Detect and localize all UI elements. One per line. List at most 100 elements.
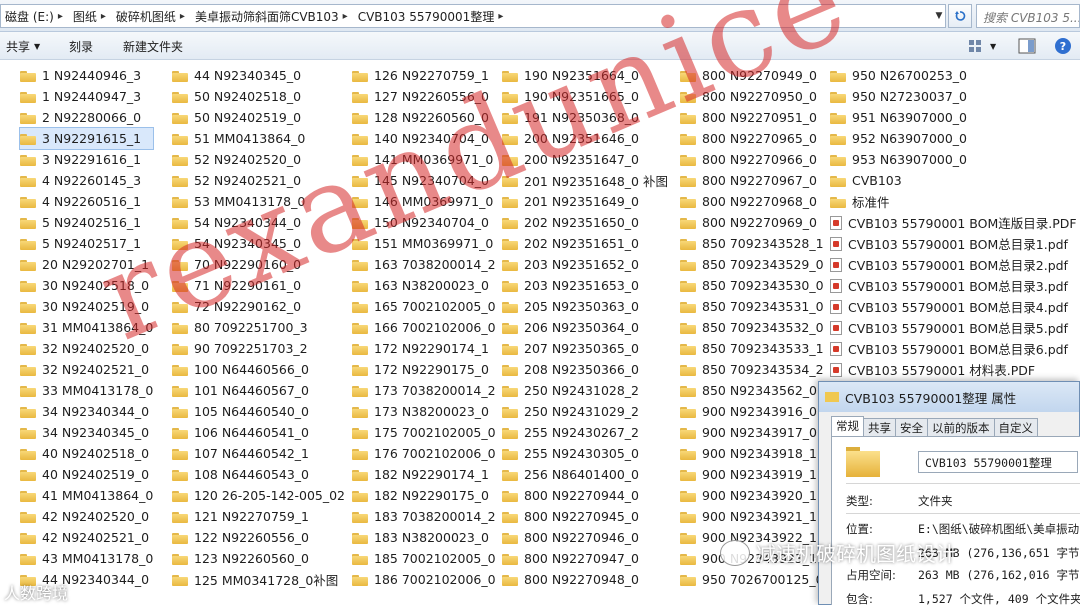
file-list-item[interactable]: 173 7038200014_2	[352, 380, 496, 401]
file-list-item[interactable]: 800 N92270967_0	[680, 170, 824, 191]
file-list-item[interactable]: 127 N92260556_0	[352, 86, 496, 107]
file-list-item[interactable]: 126 N92270759_1	[352, 65, 496, 86]
file-list-item[interactable]: 125 MM0341728_0补图	[172, 569, 345, 590]
file-list-item[interactable]: 200 N92351647_0	[502, 149, 668, 170]
file-list-item[interactable]: 70 N92290160_0	[172, 254, 345, 275]
file-list-item[interactable]: 256 N86401400_0	[502, 464, 668, 485]
file-list-item[interactable]: 950 7026700125_0	[680, 569, 824, 590]
file-list-item[interactable]: 120 26-205-142-005_02	[172, 485, 345, 506]
file-list-item[interactable]: 1 N92440946_3	[20, 65, 153, 86]
new-folder-button[interactable]: 新建文件夹	[123, 38, 183, 55]
file-list-item[interactable]: 900 N92343917_0	[680, 422, 824, 443]
file-list-item[interactable]: 2 N92280066_0	[20, 107, 153, 128]
tab-previous-versions[interactable]: 以前的版本	[927, 418, 995, 436]
file-list-item[interactable]: 30 N92402519_0	[20, 296, 153, 317]
file-list-item[interactable]: 53 MM0413178_0	[172, 191, 345, 212]
file-list-item[interactable]: 800 N92270949_0	[680, 65, 824, 86]
file-list-item[interactable]: 146 MM0369971_0	[352, 191, 496, 212]
file-list-item[interactable]: 32 N92402521_0	[20, 359, 153, 380]
file-list-item[interactable]: CVB103 55790001 BOM总目录5.pdf	[830, 317, 1077, 338]
file-list-item[interactable]: 34 N92340344_0	[20, 401, 153, 422]
tab-general[interactable]: 常规	[831, 416, 864, 436]
chevron-right-icon[interactable]: ▸	[339, 11, 352, 22]
file-list-item[interactable]: 33 MM0413178_0	[20, 380, 153, 401]
file-list-item[interactable]: 850 7092343532_0	[680, 317, 824, 338]
chevron-right-icon[interactable]: ▸	[54, 11, 67, 22]
search-input[interactable]: 搜索 CVB103 5...	[976, 4, 1080, 28]
tab-customize[interactable]: 自定义	[993, 418, 1038, 436]
file-list-item[interactable]: 201 N92351649_0	[502, 191, 668, 212]
file-list-item[interactable]: 850 N92343562_0	[680, 380, 824, 401]
breadcrumb-item[interactable]: 图纸 ▸	[69, 8, 112, 25]
refresh-button[interactable]	[948, 4, 972, 28]
file-list-item[interactable]: 90 7092251703_2	[172, 338, 345, 359]
file-list-item[interactable]: 50 N92402518_0	[172, 86, 345, 107]
file-list-item[interactable]: 40 N92402518_0	[20, 443, 153, 464]
file-list-item[interactable]: 800 N92270945_0	[502, 506, 668, 527]
file-list-item[interactable]: CVB103 55790001 BOM总目录3.pdf	[830, 275, 1077, 296]
file-list-item[interactable]: 3 N92291615_1	[18, 127, 155, 150]
file-list-item[interactable]: 190 N92351665_0	[502, 86, 668, 107]
view-options-button[interactable]: ▼	[968, 36, 996, 56]
file-list-item[interactable]: 205 N92350363_0	[502, 296, 668, 317]
file-list-item[interactable]: 183 7038200014_2	[352, 506, 496, 527]
file-list-item[interactable]: 175 7002102005_0	[352, 422, 496, 443]
file-list-item[interactable]: 185 7002102005_0	[352, 548, 496, 569]
file-list-item[interactable]: 108 N64460543_0	[172, 464, 345, 485]
file-list-item[interactable]: 4 N92260516_1	[20, 191, 153, 212]
file-list-item[interactable]: 172 N92290175_0	[352, 359, 496, 380]
file-list-item[interactable]: 标准件	[830, 191, 1077, 212]
file-list-item[interactable]: 951 N63907000_0	[830, 107, 1077, 128]
file-list-item[interactable]: 151 MM0369971_0	[352, 233, 496, 254]
file-list-item[interactable]: 201 N92351648_0 补图	[502, 170, 668, 191]
share-button[interactable]: 共享 ▼	[6, 38, 40, 55]
file-list-item[interactable]: 950 N26700253_0	[830, 65, 1077, 86]
file-list-item[interactable]: 72 N92290162_0	[172, 296, 345, 317]
file-list-item[interactable]: 850 7092343528_1	[680, 233, 824, 254]
file-list-item[interactable]: 850 7092343534_2	[680, 359, 824, 380]
breadcrumb[interactable]: 磁盘 (E:) ▸ 图纸 ▸ 破碎机图纸 ▸ 美卓振动筛斜面筛CVB103 ▸ CVB103 5…	[0, 4, 946, 28]
file-list-item[interactable]: 5 N92402517_1	[20, 233, 153, 254]
file-list-item[interactable]: 54 N92340345_0	[172, 233, 345, 254]
file-list-item[interactable]: 145 N92340704_0	[352, 170, 496, 191]
file-list-item[interactable]: 30 N92402518_0	[20, 275, 153, 296]
file-list-item[interactable]: 52 N92402520_0	[172, 149, 345, 170]
dialog-titlebar[interactable]: CVB103 55790001整理 属性	[819, 382, 1079, 412]
file-list-item[interactable]: 183 N38200023_0	[352, 527, 496, 548]
file-list-item[interactable]: 101 N64460567_0	[172, 380, 345, 401]
file-list-item[interactable]: 800 N92270947_0	[502, 548, 668, 569]
file-list-item[interactable]: 141 MM0369971_0	[352, 149, 496, 170]
file-list-item[interactable]: 207 N92350365_0	[502, 338, 668, 359]
file-list-item[interactable]: CVB103 55790001 BOM连版目录.PDF	[830, 212, 1077, 233]
file-list-item[interactable]: CVB103 55790001 BOM总目录4.pdf	[830, 296, 1077, 317]
breadcrumb-item[interactable]: CVB103 55790001整理 ▸	[354, 8, 510, 25]
burn-button[interactable]: 刻录	[69, 38, 93, 55]
file-list-item[interactable]: 200 N92351646_0	[502, 128, 668, 149]
file-list-item[interactable]: 208 N92350366_0	[502, 359, 668, 380]
file-list-item[interactable]: CVB103 55790001 BOM总目录6.pdf	[830, 338, 1077, 359]
file-list-item[interactable]: 182 N92290174_1	[352, 464, 496, 485]
file-list-item[interactable]: 191 N92350368_0	[502, 107, 668, 128]
help-button[interactable]: ?	[1054, 36, 1072, 56]
file-list-item[interactable]: 163 7038200014_2	[352, 254, 496, 275]
file-list-item[interactable]: 800 N92270951_0	[680, 107, 824, 128]
file-list-item[interactable]: 105 N64460540_0	[172, 401, 345, 422]
file-list-item[interactable]: 41 MM0413864_0	[20, 485, 153, 506]
chevron-right-icon[interactable]: ▸	[97, 11, 110, 22]
file-list-item[interactable]: 20 N29202701_1	[20, 254, 153, 275]
file-list-item[interactable]: 165 7002102005_0	[352, 296, 496, 317]
file-list-item[interactable]: 32 N92402520_0	[20, 338, 153, 359]
file-list-item[interactable]: 202 N92351650_0	[502, 212, 668, 233]
file-list-item[interactable]: 1 N92440947_3	[20, 86, 153, 107]
file-list-item[interactable]: 150 N92340704_0	[352, 212, 496, 233]
file-list-item[interactable]: CVB103 55790001 材料表.PDF	[830, 359, 1077, 380]
file-list-item[interactable]: 250 N92431028_2	[502, 380, 668, 401]
file-list-item[interactable]: 122 N92260556_0	[172, 527, 345, 548]
file-list-item[interactable]: 123 N92260560_0	[172, 548, 345, 569]
file-list-item[interactable]: 900 N92343920_1	[680, 485, 824, 506]
file-list-item[interactable]: 71 N92290161_0	[172, 275, 345, 296]
file-list-item[interactable]: CVB103	[830, 170, 1077, 191]
file-list-item[interactable]: 42 N92402520_0	[20, 506, 153, 527]
file-list-item[interactable]: 172 N92290174_1	[352, 338, 496, 359]
file-list-item[interactable]: 900 N92343921_1	[680, 506, 824, 527]
